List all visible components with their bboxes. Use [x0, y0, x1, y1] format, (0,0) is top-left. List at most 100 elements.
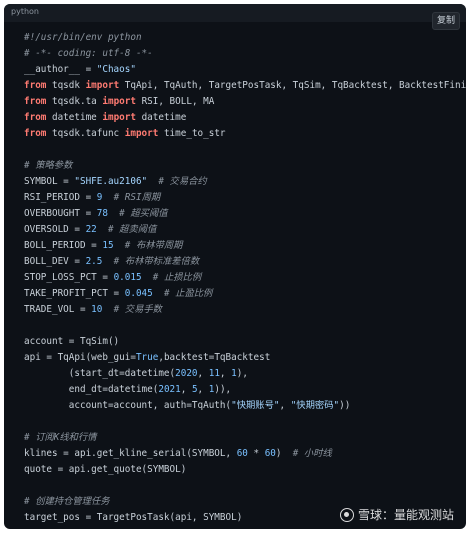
code-token: # 超卖阈值	[107, 224, 157, 235]
code-token: "Chaos"	[96, 64, 136, 75]
code-line: end_dt=datetime(2021, 5, 1)),	[24, 382, 466, 398]
code-token: tqsdk	[46, 80, 86, 91]
code-token: ,	[197, 384, 209, 395]
code-token: klines = api.get_kline_serial(SYMBOL,	[24, 448, 237, 459]
code-line: TRADE_VOL = 10 # 交易手数	[24, 302, 466, 318]
code-token: # 订阅K线和行情	[24, 432, 97, 443]
code-token: ,backtest=TqBacktest	[158, 352, 271, 363]
code-line: STOP_LOSS_PCT = 0.015 # 止损比例	[24, 270, 466, 286]
code-token: BOLL_DEV =	[24, 256, 86, 267]
code-token: OVERSOLD =	[24, 224, 86, 235]
code-line: OVERSOLD = 22 # 超卖阈值	[24, 222, 466, 238]
code-token: from	[24, 96, 47, 107]
code-token: # -*- coding: utf-8 -*-	[24, 48, 153, 59]
code-token: )	[275, 448, 293, 459]
code-token: datetime	[46, 112, 103, 123]
code-token: from	[24, 128, 47, 139]
code-line: (start_dt=datetime(2020, 11, 1),	[24, 366, 466, 382]
code-token: "SHFE.au2106"	[74, 176, 148, 187]
code-token: # 交易手数	[113, 304, 162, 315]
code-line: from datetime import datetime	[24, 110, 466, 126]
code-token: TRADE_VOL =	[24, 304, 92, 315]
code-token: # 止盈比例	[163, 288, 213, 299]
code-token: import	[85, 80, 120, 91]
copy-button[interactable]: 复制	[431, 12, 460, 30]
code-line: api = TqApi(web_gui=True,backtest=TqBack…	[24, 350, 466, 366]
code-line: # 订阅K线和行情	[24, 430, 466, 446]
code-token: tqsdk.tafunc	[46, 128, 125, 139]
snowball-logo-icon	[339, 507, 354, 522]
code-line: #!/usr/bin/env python	[24, 30, 466, 46]
code-token: BOLL_PERIOD =	[24, 240, 103, 251]
code-token: )),	[214, 384, 232, 395]
code-token: tqsdk.ta	[46, 96, 103, 107]
code-token: 60	[264, 448, 276, 459]
code-token: 60	[236, 448, 248, 459]
code-token: True	[135, 352, 159, 363]
code-line: __author__ = "Chaos"	[24, 62, 466, 78]
code-token: OVERBOUGHT =	[24, 208, 97, 219]
code-line: TAKE_PROFIT_PCT = 0.045 # 止盈比例	[24, 286, 466, 302]
code-token: end_dt=datetime(	[24, 384, 159, 395]
code-token: 11	[208, 368, 220, 379]
code-token: # 策略参数	[24, 160, 73, 171]
code-token: from	[24, 80, 47, 91]
code-token: ,	[219, 368, 232, 379]
code-token: ,	[197, 368, 209, 379]
code-token: # 布林带标准差倍数	[113, 256, 200, 267]
code-token: 0.045	[124, 288, 153, 299]
code-token: #!/usr/bin/env python	[24, 32, 142, 43]
code-line: from tqsdk.ta import RSI, BOLL, MA	[24, 94, 466, 110]
code-line: BOLL_DEV = 2.5 # 布林带标准差倍数	[24, 254, 466, 270]
code-token: TqApi, TqAuth, TargetPosTask, TqSim, TqB…	[119, 80, 466, 91]
code-line: RSI_PERIOD = 9 # RSI周期	[24, 190, 466, 206]
code-token: api = TqApi(web_gui=	[24, 352, 136, 363]
code-token: SYMBOL =	[24, 176, 75, 187]
code-token: 15	[102, 240, 114, 251]
code-header: python	[4, 4, 466, 22]
code-token: target_pos = TargetPosTask(api, SYMBOL)	[24, 512, 243, 523]
code-line: OVERBOUGHT = 78 # 超买阈值	[24, 206, 466, 222]
code-token: # 交易合约	[158, 176, 207, 187]
code-token: 10	[91, 304, 103, 315]
code-token: import	[124, 128, 159, 139]
code-token: 78	[96, 208, 108, 219]
code-token: from	[24, 112, 47, 123]
code-token: # 布林带周期	[124, 240, 183, 251]
code-token: 2020	[175, 368, 198, 379]
code-token: (start_dt=datetime(	[24, 368, 176, 379]
code-token: ))	[339, 400, 351, 411]
watermark-text: 雪球：量能观测站	[357, 508, 454, 522]
code-line: SYMBOL = "SHFE.au2106" # 交易合约	[24, 174, 466, 190]
code-block: python 复制 #!/usr/bin/env python # -*- cod…	[4, 4, 466, 529]
code-token: # 创建持仓管理任务	[24, 496, 110, 507]
watermark: 雪球：量能观测站	[339, 506, 454, 523]
code-token: ),	[236, 368, 248, 379]
code-token: RSI_PERIOD =	[24, 192, 97, 203]
code-token: quote = api.get_quote(SYMBOL)	[24, 464, 187, 475]
code-token: "快期账号"	[231, 400, 280, 411]
code-token: 22	[85, 224, 97, 235]
code-line: quote = api.get_quote(SYMBOL)	[24, 462, 466, 478]
code-token: account=account, auth=TqAuth(	[24, 400, 232, 411]
code-token: # 止损比例	[152, 272, 202, 283]
code-line: # -*- coding: utf-8 -*-	[24, 46, 466, 62]
code-token: import	[102, 112, 136, 123]
code-line: account = TqSim()	[24, 334, 466, 350]
language-label: python	[11, 7, 39, 16]
code-token: 2021	[158, 384, 181, 395]
code-token: *	[247, 448, 265, 459]
code-line: # 策略参数	[24, 158, 466, 174]
code-token: ,	[180, 384, 192, 395]
